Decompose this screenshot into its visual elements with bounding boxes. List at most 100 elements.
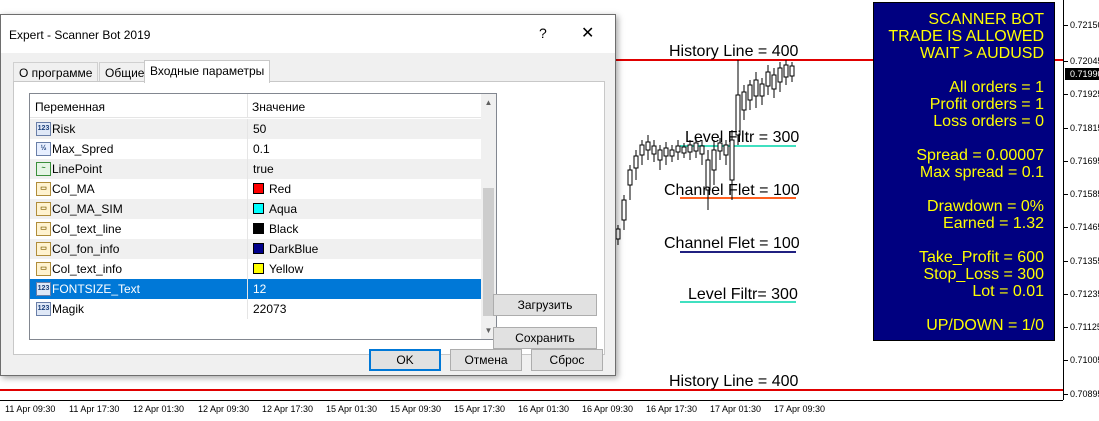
color-param-icon: ▭ [36,242,51,256]
info-line: Max spread = 0.1 [919,164,1044,181]
load-button[interactable]: Загрузить [493,294,597,316]
double-icon: ½ [36,142,51,156]
param-value[interactable]: true [247,159,481,179]
info-line: Stop_Loss = 300 [923,266,1044,283]
column-header-variable[interactable]: Переменная [35,100,105,114]
save-button[interactable]: Сохранить [493,327,597,349]
param-row[interactable]: 123 Magik 22073 [30,299,481,319]
time-tick: 15 Apr 01:30 [326,404,378,414]
integer-icon: 123 [36,122,51,136]
info-line: TRADE IS ALLOWED [888,28,1044,45]
info-line: UP/DOWN = 1/0 [926,317,1044,334]
param-name: Col_fon_info [52,242,120,256]
param-value[interactable]: Black [247,219,481,239]
current-price-badge: 0.71990 [1065,68,1099,80]
info-line: All orders = 1 [949,79,1044,96]
param-name: Risk [52,122,76,136]
param-name: Col_MA [52,182,95,196]
time-tick: 15 Apr 09:30 [390,404,442,414]
tab-about[interactable]: О программе [13,62,99,82]
parameters-grid[interactable]: Переменная Значение 123 Risk 50 ½ Max_Spre… [29,93,497,340]
history-line-top-label: History Line = 400 [669,43,799,60]
close-icon[interactable]: ✕ [581,23,594,43]
info-line: Profit orders = 1 [929,96,1044,113]
time-tick: 12 Apr 09:30 [198,404,250,414]
param-value[interactable]: Red [247,179,481,199]
price-tick: 0.71235 [1064,289,1099,299]
help-icon[interactable]: ? [539,25,547,41]
scroll-up-arrow-icon[interactable]: ▲ [481,94,496,111]
param-row[interactable]: ▭ Col_MA_SIM Aqua [30,199,481,219]
time-tick: 16 Apr 17:30 [646,404,698,414]
color-name: Yellow [269,262,304,276]
reset-button[interactable]: Сброс [531,349,603,371]
param-name: Max_Spred [52,142,114,156]
param-name: Col_text_info [52,262,123,276]
price-tick: 0.71585 [1064,189,1099,199]
color-name: Red [269,182,292,196]
dialog-title: Expert - Scanner Bot 2019 [9,28,151,42]
color-name: Black [269,222,299,236]
param-name: Magik [52,302,85,316]
param-row[interactable]: ~ LinePoint true [30,159,481,179]
info-line: Take_Profit = 600 [919,249,1044,266]
price-axis[interactable]: 0.72150 0.72045 0.71990 0.71925 0.71815 … [1063,0,1099,400]
level-filtr-bottom-label: Level Filtr= 300 [688,286,798,303]
price-tick: 0.71125 [1064,322,1099,332]
color-name: DarkBlue [269,242,319,256]
param-value[interactable]: 0.1 [247,139,481,159]
expert-properties-dialog[interactable]: Expert - Scanner Bot 2019 ? ✕ О программ… [0,14,616,376]
param-row[interactable]: ▭ Col_text_line Black [30,219,481,239]
color-param-icon: ▭ [36,202,51,216]
column-header-value[interactable]: Значение [252,100,305,114]
integer-icon: 123 [36,282,51,296]
param-name: LinePoint [52,162,103,176]
info-line: Spread = 0.00007 [916,147,1044,164]
param-name: Col_MA_SIM [52,202,123,216]
price-tick: 0.71815 [1064,123,1099,133]
color-param-icon: ▭ [36,262,51,276]
param-row[interactable]: ▭ Col_fon_info DarkBlue [30,239,481,259]
param-value[interactable]: 50 [247,119,481,139]
param-row[interactable]: ▭ Col_text_info Yellow [30,259,481,279]
time-tick: 17 Apr 01:30 [710,404,762,414]
price-tick: 0.71355 [1064,256,1099,266]
info-line: Lot = 0.01 [972,283,1044,300]
param-value[interactable]: 22073 [247,299,481,319]
time-tick: 16 Apr 09:30 [582,404,634,414]
time-axis[interactable]: 11 Apr 09:30 11 Apr 17:30 12 Apr 01:30 1… [0,400,1063,421]
candle-group [615,60,795,245]
price-tick: 0.71005 [1064,355,1099,365]
param-row[interactable]: ½ Max_Spred 0.1 [30,139,481,159]
param-name: Col_text_line [52,222,122,236]
price-tick: 0.72150 [1064,20,1099,30]
param-value[interactable]: 12 [247,279,481,299]
param-value[interactable]: Aqua [247,199,481,219]
param-row-selected[interactable]: 123 FONTSIZE_Text 12 [30,279,481,299]
color-param-icon: ▭ [36,182,51,196]
tab-inputs[interactable]: Входные параметры [144,60,271,83]
cancel-button[interactable]: Отмена [450,349,522,371]
tab-common[interactable]: Общие [99,62,151,82]
time-tick: 12 Apr 17:30 [262,404,314,414]
boolean-line-icon: ~ [36,162,51,176]
dialog-titlebar[interactable]: Expert - Scanner Bot 2019 ? ✕ [1,15,615,53]
price-tick: 0.71465 [1064,222,1099,232]
param-row[interactable]: 123 Risk 50 [30,119,481,139]
grid-header: Переменная Значение [30,94,481,118]
param-value[interactable]: DarkBlue [247,239,481,259]
param-row[interactable]: ▭ Col_MA Red [30,179,481,199]
param-value[interactable]: Yellow [247,259,481,279]
info-line: Loss orders = 0 [933,113,1044,130]
price-tick: 0.72045 [1064,56,1099,66]
info-line: Earned = 1.32 [943,215,1044,232]
color-name: Aqua [269,202,298,216]
info-line: SCANNER BOT [928,11,1044,28]
info-line: Drawdown = 0% [927,198,1044,215]
time-tick: 11 Apr 17:30 [69,404,120,414]
history-line-bottom-label: History Line = 400 [669,373,799,390]
channel-flet-bottom-label: Channel Flet = 100 [664,235,800,252]
color-swatch [253,243,264,254]
color-swatch [253,263,264,274]
ok-button[interactable]: OK [369,349,441,371]
